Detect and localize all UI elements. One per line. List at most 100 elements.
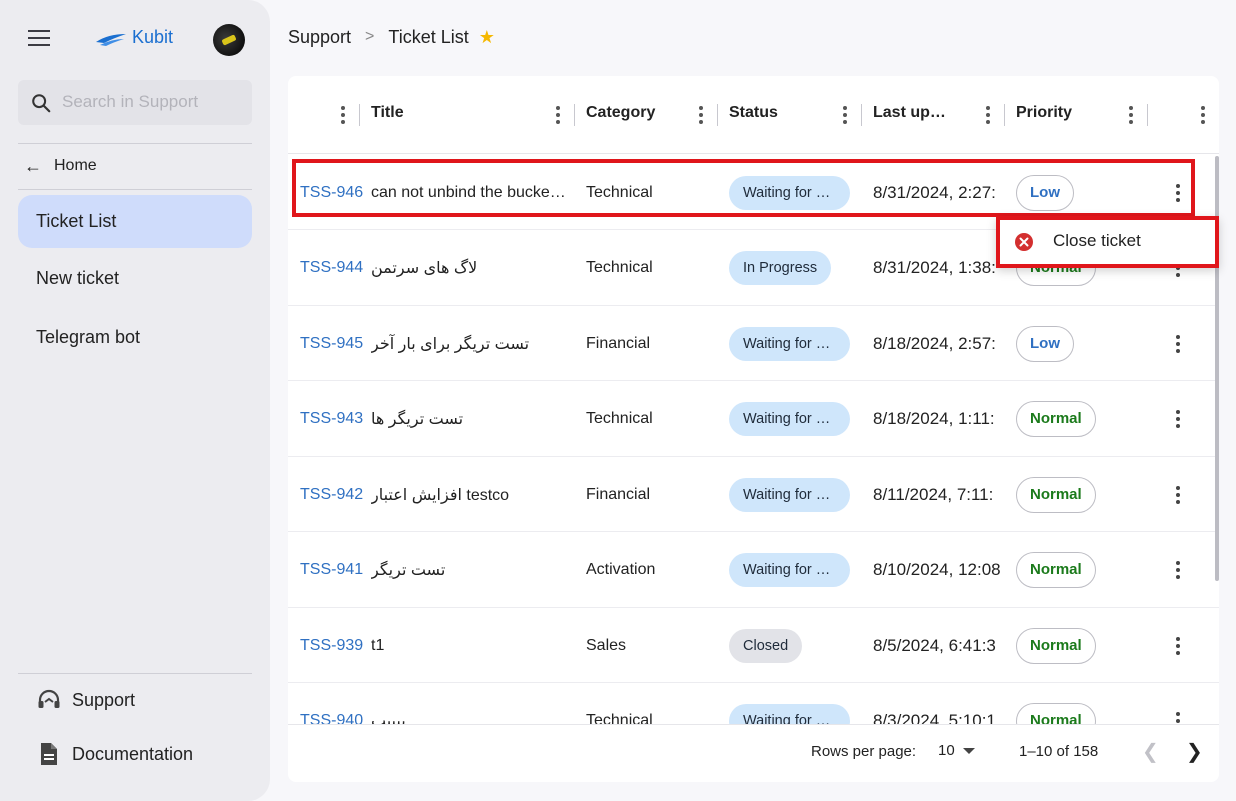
column-menu-icon[interactable] (1129, 106, 1133, 124)
column-separator[interactable] (1004, 104, 1005, 126)
breadcrumb-parent[interactable]: Support (288, 27, 351, 48)
table-row[interactable]: TSS-939 t1 Sales Closed 8/5/2024, 6:41:3 Norm… (288, 608, 1219, 683)
ticket-id-link[interactable]: TSS-942 (300, 457, 366, 532)
rows-per-page-select[interactable]: 10 (938, 742, 975, 759)
more-vert-icon[interactable] (1176, 636, 1180, 655)
priority-cell: Normal (1016, 684, 1116, 724)
ticket-category: Activation (586, 561, 656, 578)
last-updated: 8/11/2024, 7:11: (873, 484, 994, 504)
column-separator[interactable] (359, 104, 360, 126)
status-cell: In Progress (729, 231, 859, 306)
chevron-down-icon (962, 747, 975, 754)
status-badge: Closed (729, 628, 803, 663)
ticket-id-link[interactable]: TSS-945 (300, 306, 366, 381)
status-cell: Waiting for s… (729, 155, 859, 230)
close-ticket-menu-item[interactable]: Close ticket (996, 216, 1219, 268)
sidebar-item-label: Telegram bot (36, 327, 141, 347)
star-icon[interactable]: ★ (479, 27, 495, 48)
logo[interactable]: Kubit (94, 26, 173, 48)
column-header-category[interactable]: Category (586, 104, 655, 126)
sidebar-item-new-ticket[interactable]: New ticket (18, 252, 252, 305)
next-page-button[interactable]: ❯ (1186, 739, 1203, 764)
sidebar-item-ticket-list[interactable]: Ticket List (18, 195, 252, 248)
ticket-id-link[interactable]: TSS-940 (300, 684, 366, 724)
column-menu-icon[interactable] (699, 106, 703, 124)
column-menu-icon[interactable] (341, 106, 345, 124)
search-input[interactable] (62, 88, 242, 116)
close-circle-icon (1015, 233, 1033, 251)
ticket-title-text: لاگ های سرتمن (371, 260, 478, 277)
status-badge: Waiting for s… (729, 553, 850, 587)
priority-badge: Normal (1016, 703, 1096, 724)
column-separator[interactable] (574, 104, 575, 126)
home-link[interactable]: ← Home (24, 152, 97, 180)
ticket-title: تست تریگر (371, 533, 571, 608)
ticket-title-text: can not unbind the bucke… (371, 183, 566, 201)
more-vert-icon[interactable] (1176, 183, 1180, 202)
status-cell: Waiting for s… (729, 457, 859, 532)
table-row[interactable]: TSS-942 افزایش اعتبار testco Financial Wait… (288, 457, 1219, 532)
column-separator[interactable] (1147, 104, 1148, 126)
search-icon (32, 94, 51, 113)
avatar[interactable] (213, 24, 245, 56)
headset-icon (38, 689, 60, 708)
ticket-title: لاگ های سرتمن (371, 231, 571, 306)
sidebar-item-documentation[interactable]: Documentation (36, 741, 193, 767)
more-vert-icon[interactable] (1176, 334, 1180, 353)
search-box[interactable] (18, 80, 252, 125)
divider (18, 143, 252, 144)
sidebar-header: Kubit (0, 0, 270, 80)
more-vert-icon[interactable] (1176, 712, 1180, 724)
table-row[interactable]: TSS-940 ببببب Technical Waiting for s… 8/3/2… (288, 684, 1219, 724)
ticket-title: ببببب (371, 684, 571, 724)
priority-badge: Normal (1016, 627, 1096, 664)
ticket-title: تست تریگر ها (371, 382, 571, 457)
priority-badge: Normal (1016, 401, 1096, 437)
column-menu-icon[interactable] (843, 106, 847, 124)
column-menu-icon[interactable] (556, 106, 560, 124)
more-vert-icon[interactable] (1176, 410, 1180, 428)
sidebar-item-support[interactable]: Support (36, 687, 135, 713)
column-header-priority[interactable]: Priority (1016, 104, 1072, 126)
more-vert-icon[interactable] (1176, 485, 1180, 504)
divider (18, 189, 252, 190)
column-menu-icon[interactable] (1201, 106, 1205, 124)
breadcrumb-separator: > (365, 28, 375, 45)
divider (18, 673, 252, 674)
menu-icon[interactable] (28, 30, 52, 50)
table-row[interactable]: TSS-941 تست تریگر Activation Waiting for s…… (288, 533, 1219, 608)
table-row[interactable]: TSS-945 تست تریگر برای بار آخر Financial Wa… (288, 306, 1219, 381)
ticket-id-link[interactable]: TSS-943 (300, 382, 366, 457)
ticket-category: Technical (586, 410, 653, 427)
ticket-title-text: ببببب (371, 713, 406, 724)
ticket-id-link[interactable]: TSS-944 (300, 231, 366, 306)
last-updated: 8/10/2024, 12:08 (873, 560, 1001, 579)
ticket-id-link[interactable]: TSS-946 (300, 155, 366, 230)
row-context-menu: Close ticket (996, 216, 1219, 268)
status-cell: Waiting for s… (729, 382, 859, 457)
sidebar-item-telegram-bot[interactable]: Telegram bot (18, 311, 252, 364)
column-header-title[interactable]: Title (371, 104, 404, 126)
more-vert-icon[interactable] (1176, 561, 1180, 579)
column-header-last-updated[interactable]: Last up… (873, 104, 946, 126)
documentation-label: Documentation (72, 743, 194, 764)
rows-per-page-label: Rows per page: (811, 743, 917, 760)
column-header-status[interactable]: Status (729, 104, 778, 126)
breadcrumb-current: Ticket List (388, 26, 469, 47)
ticket-title-text: تست تریگر (371, 562, 446, 579)
ticket-id-link[interactable]: TSS-939 (300, 608, 366, 683)
priority-badge: Low (1016, 174, 1074, 211)
arrow-left-icon: ← (24, 155, 42, 176)
column-separator[interactable] (861, 104, 862, 126)
breadcrumb: Support > Ticket List ★ (288, 24, 495, 50)
status-cell: Waiting for s… (729, 684, 859, 724)
column-menu-icon[interactable] (986, 106, 990, 124)
table-header: Title Category Status Last up… Priority (288, 76, 1219, 154)
status-cell: Closed (729, 608, 859, 683)
table-row[interactable]: TSS-943 تست تریگر ها Technical Waiting for … (288, 382, 1219, 457)
ticket-id-link[interactable]: TSS-941 (300, 533, 366, 608)
ticket-category: Financial (586, 334, 651, 352)
column-separator[interactable] (717, 104, 718, 126)
row-actions (1170, 608, 1186, 683)
previous-page-button[interactable]: ❮ (1142, 739, 1159, 764)
